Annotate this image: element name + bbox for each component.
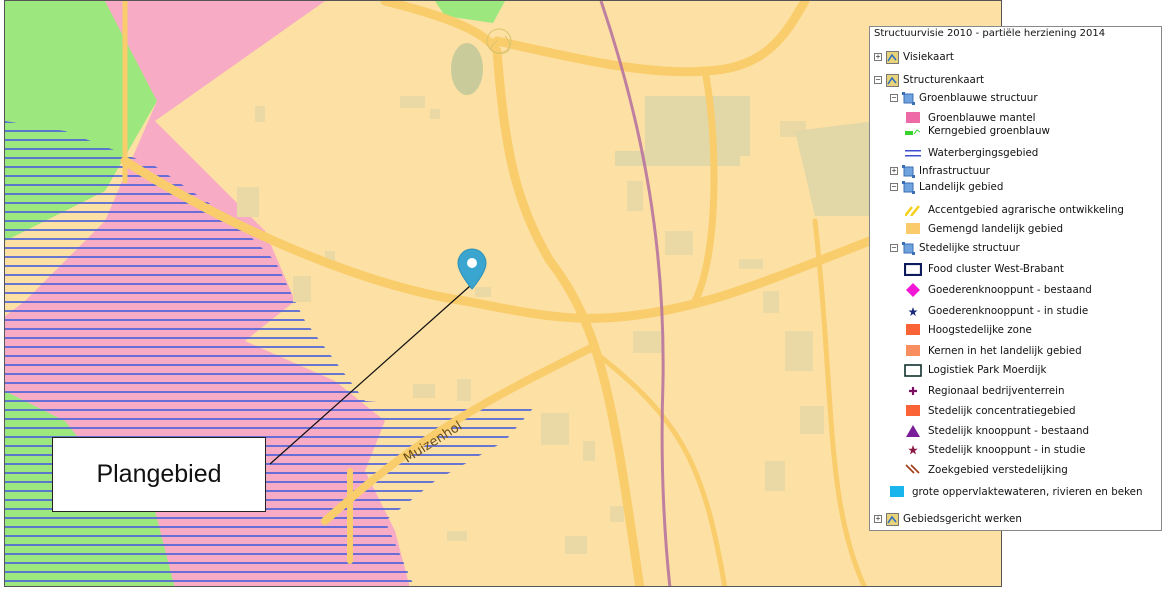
legend-item-label: Groenblauwe structuur: [919, 92, 1038, 104]
collapse-toggle-icon[interactable]: −: [890, 183, 898, 191]
cyan-swatch-icon: [890, 486, 904, 497]
magenta-diamond-icon: [906, 283, 920, 297]
navy-star-icon: [908, 307, 918, 316]
legend-entry-gemengd-landelijk: Gemengd landelijk gebied: [904, 221, 1063, 237]
sublayer-icon: [902, 164, 915, 178]
legend-panel: Structuurvisie 2010 - partiële herzienin…: [869, 26, 1162, 531]
legend-entry-label: Waterbergingsgebied: [928, 147, 1039, 159]
purple-plus-icon: [909, 387, 917, 395]
legend-entry-food-cluster: Food cluster West-Brabant: [904, 261, 1064, 277]
yellow-hatch-icon: [905, 205, 920, 216]
collapse-toggle-icon[interactable]: −: [890, 244, 898, 252]
legend-entry-label: grote oppervlaktewateren, rivieren en be…: [912, 486, 1143, 498]
orange-swatch-icon: [906, 223, 920, 234]
navy-outline-box-icon: [904, 262, 922, 276]
legend-entry-label: Accentgebied agrarische ontwikkeling: [928, 204, 1124, 216]
legend-item-label: Structurenkaart: [903, 74, 985, 86]
layer-group-icon: [886, 50, 899, 64]
expand-toggle-icon[interactable]: +: [874, 515, 882, 523]
legend-entry-label: Logistiek Park Moerdijk: [928, 364, 1047, 376]
collapse-toggle-icon[interactable]: −: [874, 76, 882, 84]
legend-entry-waterbergingsgebied: Waterbergingsgebied: [904, 145, 1038, 161]
collapse-toggle-icon[interactable]: −: [890, 94, 898, 102]
legend-entry-oppervlaktewateren: grote oppervlaktewateren, rivieren en be…: [888, 484, 1143, 500]
sublayer-icon: [902, 180, 915, 194]
dark-outline-box-icon: [904, 363, 922, 377]
purple-triangle-icon: [906, 425, 920, 437]
legend-item-stedelijke-structuur[interactable]: − Stedelijke structuur: [890, 240, 1020, 256]
legend-entry-label: Gemengd landelijk gebied: [928, 223, 1064, 235]
legend-entry-goederen-bestaand: Goederenknooppunt - bestaand: [904, 282, 1092, 298]
layer-group-icon: [886, 73, 899, 87]
legend-item-structurenkaart[interactable]: − Structurenkaart: [874, 72, 984, 88]
legend-item-gebiedsgericht-werken[interactable]: + Gebiedsgericht werken: [874, 511, 1022, 527]
legend-entry-regionaal-bedrijventerrein: Regionaal bedrijventerrein: [904, 383, 1064, 399]
legend-item-label: Landelijk gebied: [919, 181, 1004, 193]
layer-group-icon: [886, 512, 899, 526]
legend-entry-label: Goederenknooppunt - in studie: [928, 305, 1089, 317]
legend-entry-label: Hoogstedelijke zone: [928, 324, 1032, 336]
salmon-swatch-icon: [906, 345, 920, 356]
brown-hatch-icon: [905, 464, 920, 474]
legend-entry-stedelijk-knooppunt-studie: Stedelijk knooppunt - in studie: [904, 442, 1085, 458]
legend-entry-stedelijk-knooppunt-bestaand: Stedelijk knooppunt - bestaand: [904, 423, 1089, 439]
legend-item-visiekaart[interactable]: + Visiekaart: [874, 49, 954, 65]
legend-entry-label: Stedelijk knooppunt - bestaand: [928, 425, 1090, 437]
legend-entry-label: Kerngebied groenblauw: [928, 125, 1050, 137]
expand-toggle-icon[interactable]: +: [890, 167, 898, 175]
legend-item-landelijk-gebied[interactable]: − Landelijk gebied: [890, 179, 1003, 195]
expand-toggle-icon[interactable]: +: [874, 53, 882, 61]
legend-entry-kernen: Kernen in het landelijk gebied: [904, 343, 1082, 359]
red-orange-swatch-icon: [906, 324, 920, 335]
legend-entry-accentgebied: Accentgebied agrarische ontwikkeling: [904, 202, 1124, 218]
pond: [451, 43, 483, 95]
legend-entry-kerngebied-groenblauw: Kerngebied groenblauw: [904, 123, 1050, 139]
legend-title: Structuurvisie 2010 - partiële herzienin…: [874, 28, 1106, 39]
legend-item-label: Visiekaart: [903, 51, 954, 63]
legend-item-label: Infrastructuur: [919, 165, 990, 177]
legend-entry-label: Stedelijk knooppunt - in studie: [928, 444, 1086, 456]
legend-entry-logistiek-park: Logistiek Park Moerdijk: [904, 362, 1046, 378]
plangebied-label: Plangebied: [96, 460, 222, 488]
legend-entry-label: Stedelijk concentratiegebied: [928, 405, 1076, 417]
blue-lines-icon: [905, 150, 921, 157]
maroon-star-icon: [908, 445, 918, 455]
red-orange-swatch-icon: [906, 405, 920, 416]
legend-entry-goederen-studie: Goederenknooppunt - in studie: [904, 303, 1088, 319]
sublayer-icon: [902, 241, 915, 255]
legend-entry-label: Zoekgebied verstedelijking: [928, 464, 1068, 476]
legend-entry-zoekgebied: Zoekgebied verstedelijking: [904, 462, 1068, 478]
legend-entry-label: Food cluster West-Brabant: [928, 263, 1064, 275]
green-line-icon: [905, 129, 921, 135]
legend-entry-label: Kernen in het landelijk gebied: [928, 345, 1082, 357]
legend-entry-label: Goederenknooppunt - bestaand: [928, 284, 1092, 296]
legend-item-groenblauwe-structuur[interactable]: − Groenblauwe structuur: [890, 90, 1038, 106]
legend-entry-label: Regionaal bedrijventerrein: [928, 385, 1065, 397]
legend-entry-hoogstedelijke-zone: Hoogstedelijke zone: [904, 322, 1032, 338]
legend-item-infrastructuur[interactable]: + Infrastructuur: [890, 163, 990, 179]
legend-item-label: Stedelijke structuur: [919, 242, 1020, 254]
plangebied-callout: Plangebied: [52, 437, 266, 512]
legend-item-label: Gebiedsgericht werken: [903, 513, 1022, 525]
legend-entry-stedelijk-concentratiegebied: Stedelijk concentratiegebied: [904, 403, 1076, 419]
sublayer-icon: [902, 91, 915, 105]
